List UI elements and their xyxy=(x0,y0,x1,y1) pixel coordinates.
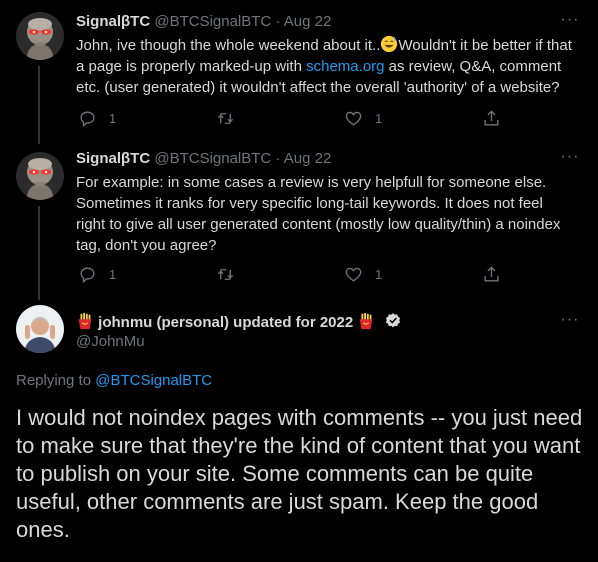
replying-to-handle[interactable]: @BTCSignalBTC xyxy=(95,372,212,389)
tweet-2[interactable]: SignalβTC @BTCSignalBTC · Aug 22 ··· For… xyxy=(0,140,598,300)
tweet-date[interactable]: Aug 22 xyxy=(284,150,332,167)
thread-line xyxy=(38,206,40,300)
reply-count: 1 xyxy=(109,110,117,126)
display-name[interactable]: johnmu (personal) updated for 2022 xyxy=(98,314,353,331)
more-icon[interactable]: ··· xyxy=(560,149,580,171)
like-count: 1 xyxy=(375,266,383,282)
reply-button[interactable]: 1 xyxy=(78,108,116,128)
main-tweet-handle-row: @JohnMu xyxy=(76,332,145,352)
action-bar: 1 1 xyxy=(76,108,516,128)
retweet-icon xyxy=(217,268,234,280)
separator: · xyxy=(275,13,281,30)
schema-link[interactable]: schema.org xyxy=(306,58,384,75)
retweet-button[interactable] xyxy=(216,108,235,128)
reply-button[interactable]: 1 xyxy=(78,264,116,284)
thread-line xyxy=(38,66,40,144)
replying-label: Replying to xyxy=(16,372,96,389)
reply-icon xyxy=(80,266,95,283)
share-icon xyxy=(484,265,499,282)
tweet-text: For example: in some cases a review is v… xyxy=(76,174,561,254)
retweet-icon xyxy=(217,112,234,124)
like-count: 1 xyxy=(375,110,383,126)
tweet-header: SignalβTC @BTCSignalBTC · Aug 22 xyxy=(76,149,331,169)
tweet-text: John, ive though the whole weekend about… xyxy=(76,35,576,98)
reply-icon xyxy=(80,110,95,127)
user-handle[interactable]: @BTCSignalBTC xyxy=(154,150,271,167)
main-tweet-text: I would not noindex pages with comments … xyxy=(16,405,583,542)
user-handle[interactable]: @BTCSignalBTC xyxy=(154,13,271,30)
share-button[interactable] xyxy=(482,108,501,128)
display-name[interactable]: SignalβTC xyxy=(76,13,150,30)
replying-to: Replying to @BTCSignalBTC xyxy=(16,372,212,389)
tweet-1[interactable]: SignalβTC @BTCSignalBTC · Aug 22 ··· Joh… xyxy=(0,0,598,144)
tweet-text-part: John, ive though the whole weekend about… xyxy=(76,37,381,54)
fries-emoji xyxy=(360,312,373,330)
display-name[interactable]: SignalβTC xyxy=(76,150,150,167)
fries-emoji xyxy=(78,312,92,330)
main-tweet-header: johnmu (personal) updated for 2022 xyxy=(76,312,402,333)
avatar-signalbtc[interactable] xyxy=(16,152,64,200)
heart-icon xyxy=(345,267,362,282)
like-button[interactable]: 1 xyxy=(344,264,382,284)
more-icon[interactable]: ··· xyxy=(560,12,580,34)
share-icon xyxy=(484,109,499,126)
more-icon[interactable]: ··· xyxy=(560,312,580,334)
like-button[interactable]: 1 xyxy=(344,108,382,128)
avatar-signalbtc[interactable] xyxy=(16,12,64,60)
tweet-date[interactable]: Aug 22 xyxy=(284,13,332,30)
tweet-header: SignalβTC @BTCSignalBTC · Aug 22 xyxy=(76,12,331,32)
separator: · xyxy=(275,150,281,167)
verified-badge-icon xyxy=(385,313,400,328)
user-handle[interactable]: @JohnMu xyxy=(76,333,145,350)
share-button[interactable] xyxy=(482,264,501,284)
grinning-sweat-emoji xyxy=(381,35,398,53)
reply-count: 1 xyxy=(109,266,117,282)
avatar-johnmu[interactable] xyxy=(16,305,64,353)
retweet-button[interactable] xyxy=(216,264,235,284)
heart-icon xyxy=(345,111,362,126)
action-bar: 1 1 xyxy=(76,264,516,284)
